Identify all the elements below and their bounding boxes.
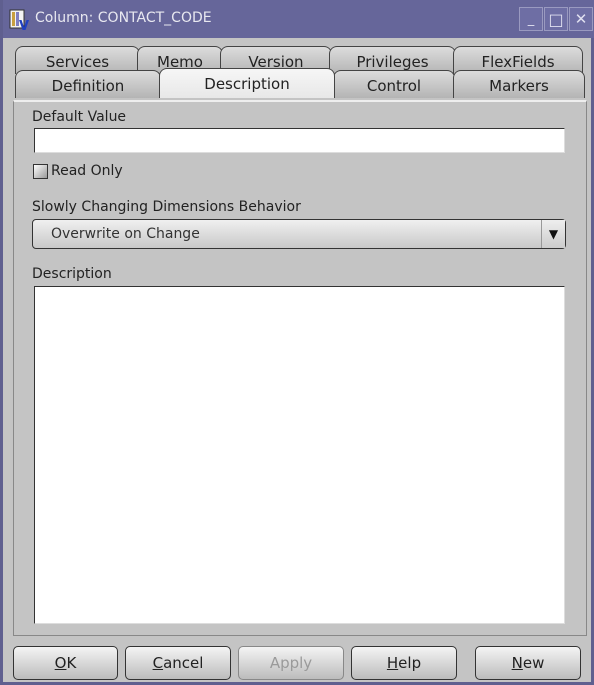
new-label: ew [522, 654, 545, 672]
cancel-label: ancel [163, 654, 204, 672]
dropdown-arrow-icon[interactable]: ▼ [541, 220, 565, 248]
tab-control[interactable]: Control [333, 70, 455, 98]
read-only-label: Read Only [51, 163, 123, 179]
tab-definition[interactable]: Definition [15, 70, 161, 98]
ok-mnemonic: O [54, 654, 67, 672]
apply-label: Apply [269, 654, 313, 672]
tab-description[interactable]: Description [159, 68, 335, 98]
minimize-icon: _ [527, 11, 535, 27]
window-title: Column: CONTACT_CODE [35, 10, 212, 26]
new-button[interactable]: New [475, 646, 581, 680]
app-column-icon: V [9, 9, 29, 31]
apply-button[interactable]: Apply [238, 646, 344, 680]
close-button[interactable]: ✕ [569, 7, 593, 31]
help-button[interactable]: Help [351, 646, 457, 680]
default-value-input[interactable] [34, 128, 565, 153]
description-textarea[interactable] [34, 286, 565, 624]
cancel-mnemonic: C [152, 654, 164, 672]
ok-label: K [66, 654, 77, 672]
cancel-button[interactable]: Cancel [125, 646, 231, 680]
new-mnemonic: N [511, 654, 523, 672]
scd-behavior-label: Slowly Changing Dimensions Behavior [32, 199, 301, 215]
help-mnemonic: H [386, 654, 399, 672]
scd-behavior-value: Overwrite on Change [51, 226, 200, 242]
help-label: elp [398, 654, 422, 672]
maximize-button[interactable]: □ [544, 7, 568, 31]
maximize-icon: □ [548, 9, 564, 29]
close-icon: ✕ [574, 10, 588, 28]
column-dialog: V Column: CONTACT_CODE _ □ ✕ Services Me… [0, 0, 594, 685]
minimize-button[interactable]: _ [519, 7, 543, 31]
scd-behavior-select[interactable]: Overwrite on Change ▼ [32, 219, 566, 249]
svg-text:V: V [19, 19, 29, 31]
tab-markers[interactable]: Markers [453, 70, 585, 98]
description-label: Description [32, 266, 112, 282]
default-value-label: Default Value [32, 109, 127, 125]
tab-strip: Services Memo Version Privileges FlexFie… [11, 46, 587, 102]
title-bar[interactable]: V Column: CONTACT_CODE _ □ ✕ [3, 0, 594, 38]
ok-button[interactable]: OK [13, 646, 118, 680]
read-only-checkbox[interactable] [33, 164, 48, 179]
